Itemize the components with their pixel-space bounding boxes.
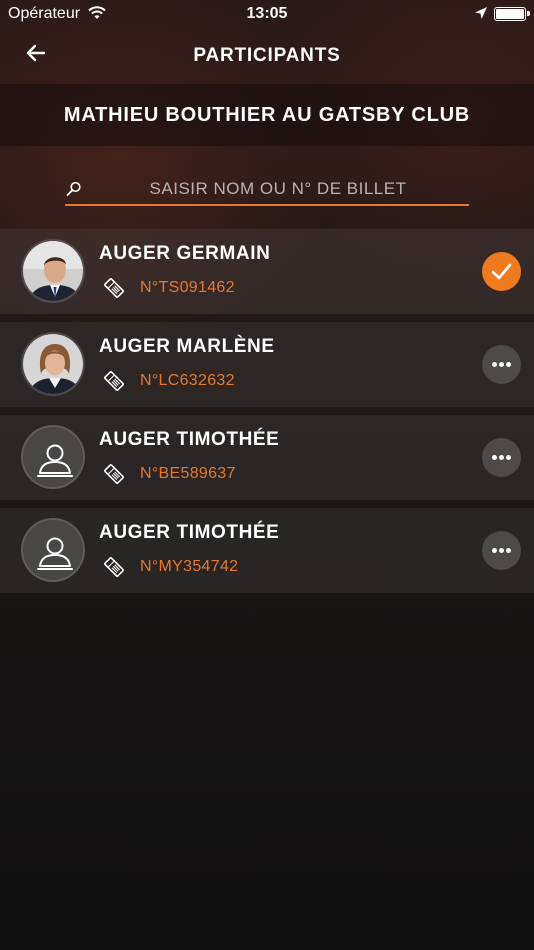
event-title: MATHIEU BOUTHIER AU GATSBY CLUB bbox=[63, 104, 471, 126]
status-bar: Opérateur 13:05 bbox=[0, 0, 534, 28]
list-item[interactable]: AUGER TIMOTHÉE N°BE589637 bbox=[0, 415, 534, 500]
location-arrow-icon bbox=[474, 6, 488, 20]
participant-name: AUGER TIMOTHÉE bbox=[99, 429, 280, 450]
ticket-number: N°BE589637 bbox=[140, 465, 236, 482]
user-placeholder-icon bbox=[37, 444, 73, 477]
status-time: 13:05 bbox=[246, 5, 288, 22]
search-icon bbox=[65, 180, 83, 198]
participant-list: AUGER GERMAIN N°TS091462 AUGER MARLÈNE N… bbox=[0, 229, 534, 601]
participant-name: AUGER TIMOTHÉE bbox=[99, 522, 280, 543]
nav-bar: PARTICIPANTS bbox=[0, 28, 534, 84]
more-options-button[interactable] bbox=[482, 438, 521, 477]
avatar bbox=[21, 518, 85, 582]
page-title: PARTICIPANTS bbox=[193, 45, 341, 66]
checked-in-button[interactable] bbox=[482, 252, 521, 291]
search-input[interactable] bbox=[91, 174, 465, 204]
ticket-icon bbox=[103, 370, 125, 392]
user-placeholder-icon bbox=[37, 537, 73, 570]
ticket-icon bbox=[103, 463, 125, 485]
participant-name: AUGER MARLÈNE bbox=[99, 336, 275, 357]
screen: Opérateur 13:05 PARTICIPANTS MATHIEU BOU… bbox=[0, 0, 534, 950]
ticket-number: N°TS091462 bbox=[140, 279, 235, 296]
search-bar bbox=[65, 172, 469, 206]
avatar bbox=[21, 332, 85, 396]
more-options-button[interactable] bbox=[482, 531, 521, 570]
ticket-number: N°MY354742 bbox=[140, 558, 239, 575]
ticket-number: N°LC632632 bbox=[140, 372, 235, 389]
ticket-icon bbox=[103, 556, 125, 578]
list-item[interactable]: AUGER TIMOTHÉE N°MY354742 bbox=[0, 508, 534, 593]
check-icon bbox=[491, 263, 512, 280]
more-options-button[interactable] bbox=[482, 345, 521, 384]
list-item[interactable]: AUGER MARLÈNE N°LC632632 bbox=[0, 322, 534, 407]
ticket-icon bbox=[103, 277, 125, 299]
event-banner: MATHIEU BOUTHIER AU GATSBY CLUB bbox=[0, 84, 534, 146]
avatar bbox=[21, 425, 85, 489]
list-item[interactable]: AUGER GERMAIN N°TS091462 bbox=[0, 229, 534, 314]
avatar bbox=[21, 239, 85, 303]
battery-icon bbox=[494, 7, 530, 21]
participant-name: AUGER GERMAIN bbox=[99, 243, 271, 264]
